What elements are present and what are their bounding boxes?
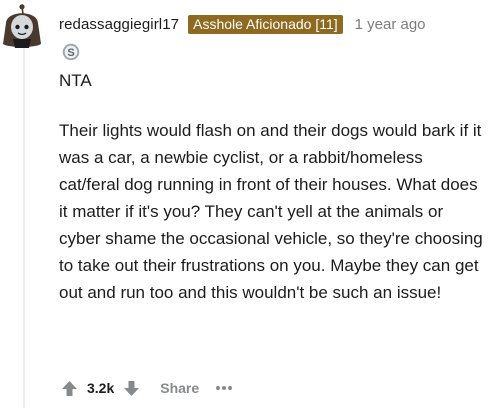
vote-score: 3.2k	[87, 380, 115, 396]
upvote-button[interactable]	[60, 379, 78, 397]
more-dots-icon	[216, 386, 233, 390]
user-avatar[interactable]	[2, 4, 42, 48]
username[interactable]: redassaggiegirl17	[59, 16, 179, 33]
more-options-button[interactable]	[215, 379, 237, 397]
comment: redassaggiegirl17 Asshole Aficionado [11…	[0, 0, 492, 408]
comment-header: redassaggiegirl17 Asshole Aficionado [11…	[59, 12, 426, 36]
svg-text:S: S	[67, 47, 74, 59]
thread-line[interactable]	[23, 48, 25, 408]
downvote-arrow-icon	[123, 380, 139, 396]
user-flair: Asshole Aficionado [11]	[188, 14, 343, 34]
comment-actions: 3.2k Share	[60, 374, 237, 402]
timestamp[interactable]: 1 year ago	[355, 16, 426, 33]
share-button[interactable]: Share	[160, 380, 199, 396]
comment-verdict: NTA	[59, 71, 92, 90]
upvote-arrow-icon	[61, 380, 77, 396]
downvote-button[interactable]	[122, 379, 140, 397]
comment-body: Their lights would flash on and their do…	[59, 121, 483, 302]
silver-award-icon[interactable]: S	[62, 43, 80, 61]
